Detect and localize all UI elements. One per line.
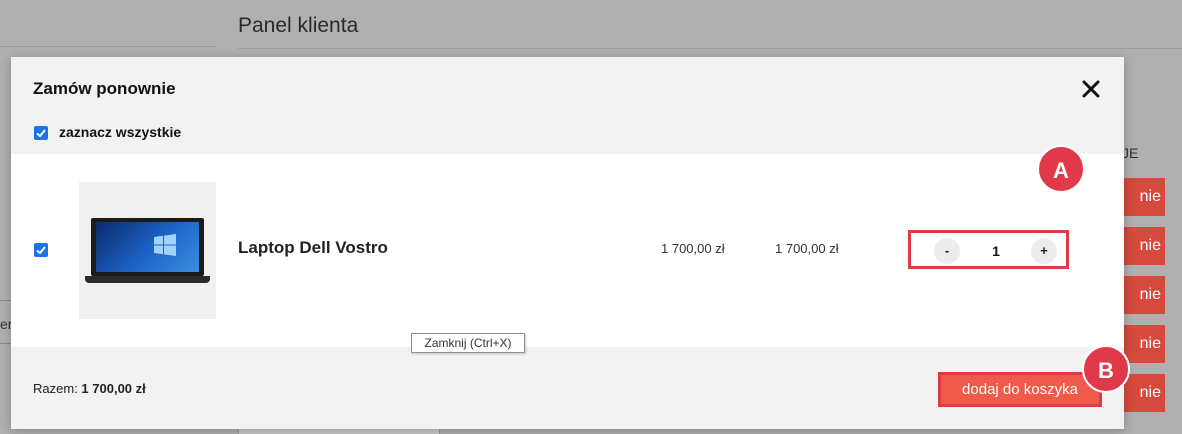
close-tooltip: Zamknij (Ctrl+X)	[411, 333, 525, 353]
windows-logo-icon	[154, 234, 176, 256]
checkmark-icon	[36, 129, 46, 138]
checkmark-icon	[36, 246, 46, 255]
increase-quantity-button[interactable]: +	[1031, 238, 1057, 264]
order-total: Razem: 1 700,00 zł	[33, 381, 146, 396]
sidebar-divider	[0, 46, 216, 47]
total-price: 1 700,00 zł	[775, 241, 839, 256]
annotation-badge-b: B	[1082, 345, 1130, 393]
close-button[interactable]	[1077, 75, 1105, 103]
title-divider	[238, 48, 1182, 49]
product-image[interactable]	[79, 182, 216, 319]
unit-price: 1 700,00 zł	[661, 241, 725, 256]
laptop-image	[91, 218, 204, 276]
column-header: JE	[1122, 145, 1139, 161]
order-item-row: Laptop Dell Vostro 1 700,00 zł 1 700,00 …	[11, 154, 1124, 347]
quantity-stepper: - 1 +	[908, 230, 1069, 269]
close-icon	[1082, 80, 1100, 98]
item-checkbox[interactable]	[34, 243, 48, 257]
annotation-badge-a: A	[1037, 145, 1085, 193]
quantity-input[interactable]: 1	[971, 238, 1021, 264]
select-all-label[interactable]: zaznacz wszystkie	[59, 124, 181, 140]
total-value: 1 700,00 zł	[81, 381, 146, 396]
page-title: Panel klienta	[238, 14, 359, 37]
total-prefix: Razem:	[33, 381, 78, 396]
add-to-cart-button[interactable]: dodaj do koszyka	[938, 372, 1102, 407]
product-name[interactable]: Laptop Dell Vostro	[238, 238, 388, 258]
select-all-checkbox[interactable]	[34, 126, 48, 140]
decrease-quantity-button[interactable]: -	[934, 238, 960, 264]
modal-title: Zamów ponownie	[33, 79, 176, 98]
